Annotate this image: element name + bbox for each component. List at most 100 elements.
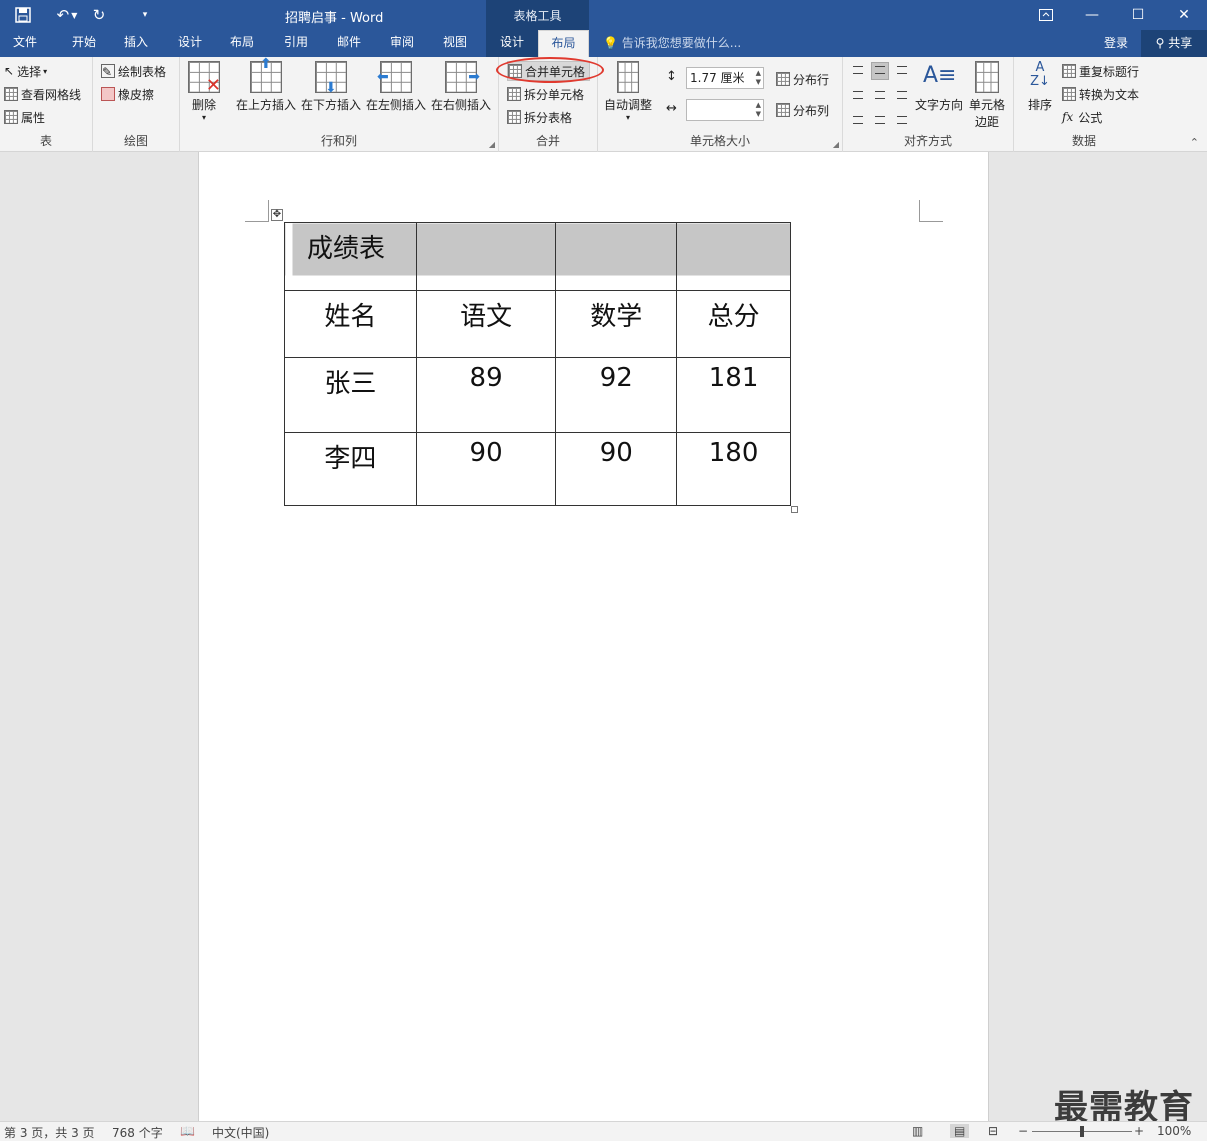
tab-mailings[interactable]: 邮件 bbox=[325, 30, 373, 57]
table-cell[interactable]: 181 bbox=[676, 357, 791, 433]
insert-right-button[interactable]: ➡ 在右侧插入 bbox=[431, 61, 491, 113]
distribute-columns-button[interactable]: 分布列 bbox=[776, 100, 829, 120]
properties-button[interactable]: 属性 bbox=[4, 107, 45, 127]
column-width-input[interactable]: ▲ ▼ bbox=[686, 99, 764, 121]
tell-me-placeholder: 告诉我您想要做什么... bbox=[621, 36, 742, 50]
delete-button[interactable]: ✕ 删除 ▾ bbox=[188, 61, 221, 122]
table-cell[interactable] bbox=[676, 222, 791, 291]
sort-button[interactable]: A Z↓ 排序 bbox=[1024, 61, 1056, 113]
customize-icon[interactable]: ▾ bbox=[130, 0, 160, 30]
align-top-right-button[interactable] bbox=[893, 62, 911, 80]
table-title-cell[interactable]: 成绩表 bbox=[284, 222, 417, 291]
save-icon[interactable] bbox=[8, 0, 38, 30]
formula-button[interactable]: fx 公式 bbox=[1062, 107, 1102, 127]
insert-below-button[interactable]: ⬇ 在下方插入 bbox=[301, 61, 361, 113]
word-count[interactable]: 768 个字 bbox=[112, 1124, 163, 1141]
table-cell[interactable]: 语文 bbox=[415, 290, 557, 358]
language-indicator[interactable]: 中文(中国) bbox=[212, 1124, 269, 1141]
tell-me-box[interactable]: 💡 告诉我您想要做什么... bbox=[603, 30, 741, 57]
distribute-rows-icon bbox=[776, 72, 790, 86]
table-cell[interactable]: 张三 bbox=[284, 357, 417, 433]
group-label-data: 数据 bbox=[1071, 134, 1096, 148]
align-top-left-button[interactable] bbox=[849, 62, 867, 80]
spinner-icon[interactable]: ▲ ▼ bbox=[756, 101, 761, 119]
tab-insert[interactable]: 插入 bbox=[112, 30, 160, 57]
align-bottom-left-button[interactable] bbox=[849, 108, 867, 126]
tab-table-design[interactable]: 设计 bbox=[486, 30, 538, 57]
table-cell[interactable]: 92 bbox=[555, 357, 678, 433]
collapse-ribbon-icon[interactable]: ⌃ bbox=[1190, 136, 1199, 149]
align-middle-right-button[interactable] bbox=[893, 85, 911, 103]
maximize-icon[interactable]: ☐ bbox=[1115, 0, 1161, 30]
page-count[interactable]: 第 3 页，共 3 页 bbox=[4, 1124, 95, 1141]
dialog-launcher-icon[interactable]: ◢ bbox=[833, 140, 839, 149]
table-cell[interactable] bbox=[415, 222, 557, 291]
zoom-out-icon[interactable]: − bbox=[1018, 1124, 1028, 1138]
close-icon[interactable]: ✕ bbox=[1161, 0, 1207, 30]
page-corner-mark bbox=[245, 200, 269, 222]
dialog-launcher-icon[interactable]: ◢ bbox=[489, 140, 495, 149]
tab-file[interactable]: 文件 bbox=[0, 30, 50, 57]
tab-view[interactable]: 视图 bbox=[431, 30, 479, 57]
row-height-input[interactable]: 1.77 厘米 ▲ ▼ bbox=[686, 67, 764, 89]
tab-table-layout[interactable]: 布局 bbox=[538, 30, 589, 57]
align-middle-center-button[interactable] bbox=[871, 85, 889, 103]
table-cell[interactable]: 180 bbox=[676, 432, 791, 506]
undo-icon[interactable]: ↶ ▼ bbox=[50, 0, 84, 30]
read-mode-icon[interactable]: ▥ bbox=[912, 1124, 923, 1138]
table-cell[interactable]: 李四 bbox=[284, 432, 417, 506]
view-gridlines-button[interactable]: 查看网格线 bbox=[4, 84, 81, 104]
eraser-button[interactable]: 橡皮擦 bbox=[101, 84, 154, 104]
ribbon-tabs: 文件 开始 插入 设计 布局 引用 邮件 审阅 视图 设计 布局 💡 告诉我您想… bbox=[0, 30, 1207, 57]
table-cell[interactable] bbox=[555, 222, 678, 291]
split-cells-button[interactable]: 拆分单元格 bbox=[507, 84, 584, 104]
restore-ribbon-icon[interactable] bbox=[1023, 0, 1069, 30]
window-controls: — ☐ ✕ bbox=[1023, 0, 1207, 30]
login-link[interactable]: 登录 bbox=[1104, 30, 1128, 56]
tab-layout[interactable]: 布局 bbox=[218, 30, 266, 57]
proofing-icon[interactable]: 📖 bbox=[180, 1124, 195, 1138]
text-direction-button[interactable]: A≡ 文字方向 bbox=[915, 61, 963, 113]
table-cell[interactable]: 数学 bbox=[555, 290, 678, 358]
autofit-button[interactable]: 自动调整 ▾ bbox=[604, 61, 652, 122]
insert-left-button[interactable]: ⬅ 在左侧插入 bbox=[366, 61, 426, 113]
grade-table[interactable]: 成绩表 姓名 语文 数学 总分 张三 89 92 181 李四 90 90 18… bbox=[284, 222, 791, 506]
select-button[interactable]: ↖ 选择 ▾ bbox=[4, 61, 47, 81]
web-layout-icon[interactable]: ⊟ bbox=[988, 1124, 998, 1138]
split-table-icon bbox=[507, 110, 521, 124]
cell-margins-button[interactable]: 单元格 边距 bbox=[969, 61, 1005, 130]
zoom-in-icon[interactable]: + bbox=[1134, 1124, 1144, 1138]
minimize-icon[interactable]: — bbox=[1069, 0, 1115, 30]
tab-references[interactable]: 引用 bbox=[272, 30, 320, 57]
table-cell[interactable]: 90 bbox=[415, 432, 557, 506]
convert-to-text-button[interactable]: 转换为文本 bbox=[1062, 84, 1139, 104]
draw-table-button[interactable]: ✎ 绘制表格 bbox=[101, 61, 166, 81]
distribute-rows-button[interactable]: 分布行 bbox=[776, 69, 829, 89]
zoom-level[interactable]: 100% bbox=[1157, 1124, 1191, 1138]
zoom-slider-thumb[interactable] bbox=[1080, 1126, 1084, 1137]
table-cell[interactable]: 总分 bbox=[676, 290, 791, 358]
insert-above-icon: ⬆ bbox=[250, 56, 282, 93]
cursor-icon: ↖ bbox=[4, 64, 15, 78]
insert-right-icon: ➡ bbox=[445, 61, 480, 93]
align-bottom-right-button[interactable] bbox=[893, 108, 911, 126]
table-resize-handle[interactable] bbox=[791, 506, 798, 513]
table-move-handle-icon[interactable]: ✥ bbox=[271, 209, 283, 221]
insert-above-button[interactable]: ⬆ 在上方插入 bbox=[236, 56, 296, 113]
table-cell[interactable]: 89 bbox=[415, 357, 557, 433]
tab-design[interactable]: 设计 bbox=[166, 30, 214, 57]
align-bottom-center-button[interactable] bbox=[871, 108, 889, 126]
align-top-center-button[interactable] bbox=[871, 62, 889, 80]
print-layout-icon[interactable]: ▤ bbox=[950, 1124, 970, 1138]
tab-review[interactable]: 审阅 bbox=[378, 30, 426, 57]
share-button[interactable]: ⚲ 共享 bbox=[1141, 30, 1207, 57]
split-table-button[interactable]: 拆分表格 bbox=[507, 107, 572, 127]
spinner-icon[interactable]: ▲ ▼ bbox=[756, 69, 761, 87]
distribute-rows-label: 分布行 bbox=[793, 72, 830, 87]
repeat-header-button[interactable]: 重复标题行 bbox=[1062, 61, 1139, 81]
tab-home[interactable]: 开始 bbox=[58, 30, 110, 57]
redo-icon[interactable]: ↻ bbox=[84, 0, 114, 30]
align-middle-left-button[interactable] bbox=[849, 85, 867, 103]
table-cell[interactable]: 姓名 bbox=[284, 290, 417, 358]
table-cell[interactable]: 90 bbox=[555, 432, 678, 506]
